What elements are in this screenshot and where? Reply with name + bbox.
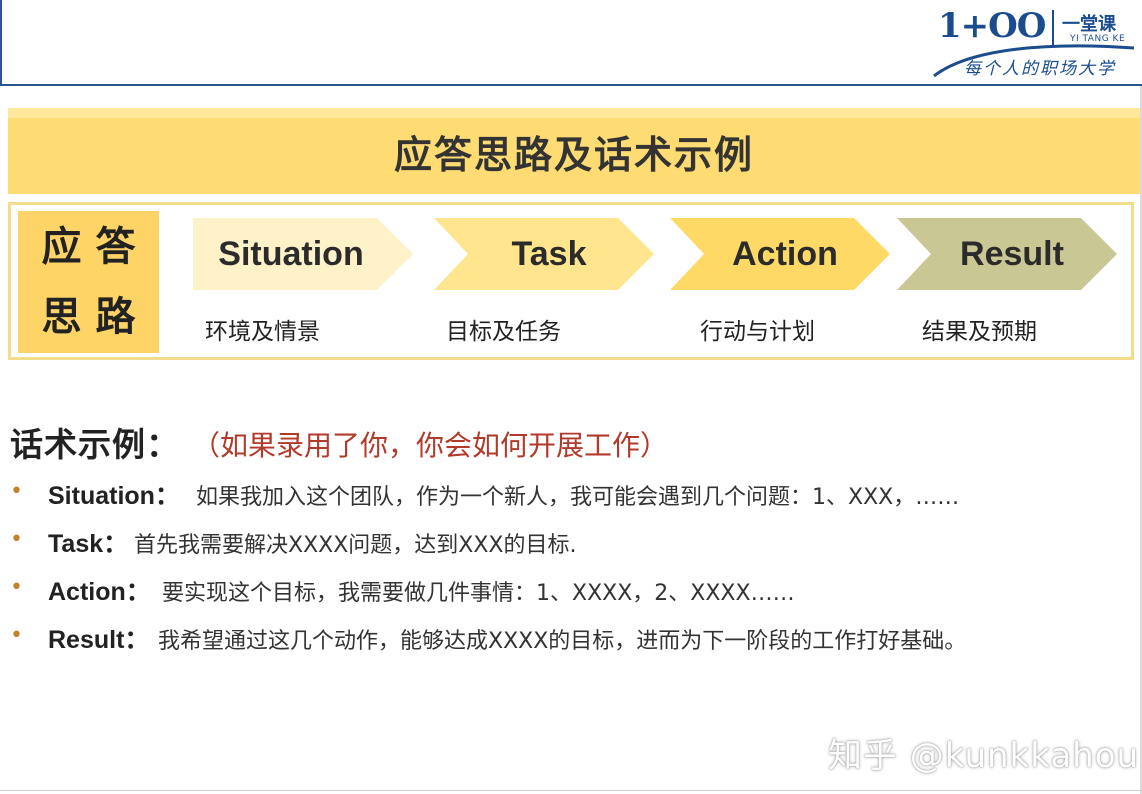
left-border-line: [0, 0, 2, 84]
bullet-dot-icon: •: [10, 527, 23, 552]
list-item-key: Task：: [48, 530, 129, 558]
step-name-action: Action: [732, 234, 838, 273]
step-name-task: Task: [511, 234, 587, 273]
list-item: • Situation： 如果我加入这个团队，作为一个新人，我可能会遇到几个问题…: [10, 474, 1135, 522]
list-item: • Result： 我希望通过这几个动作，能够达成XXXX的目标，进而为下一阶段…: [10, 618, 1135, 666]
step-desc-situation: 环境及情景: [205, 319, 320, 345]
list-item: • Task： 首先我需要解决XXXX问题，达到XXX的目标.: [10, 522, 1135, 570]
example-question: （如果录用了你，你会如何开展工作）: [192, 429, 669, 462]
logo-divider: [1052, 10, 1054, 46]
list-item-key: Result：: [48, 626, 150, 654]
list-item-text: 如果我加入这个团队，作为一个新人，我可能会遇到几个问题：1、XXX，……: [196, 485, 960, 510]
list-item-text: 我希望通过这几个动作，能够达成XXXX的目标，进而为下一阶段的工作打好基础。: [158, 629, 967, 654]
step-name-situation: Situation: [218, 234, 364, 273]
example-heading: 话术示例：: [10, 425, 180, 464]
page-title: 应答思路及话术示例: [393, 132, 754, 177]
brand-logo: 1+OO 一堂课 YI TANG KE 每个人的职场大学: [930, 4, 1136, 80]
header-divider: [0, 84, 1142, 86]
step-arrow-situation: Situation: [193, 218, 413, 290]
watermark: 知乎 @kunkkahou: [828, 736, 1140, 776]
logo-name-cn: 一堂课: [1062, 14, 1116, 35]
bullet-dot-icon: •: [10, 623, 23, 648]
bottom-border-line: [0, 790, 1142, 791]
list-item-text: 首先我需要解决XXXX问题，达到XXX的目标.: [134, 533, 577, 558]
logo-mark: 1+OO: [938, 6, 1046, 46]
side-label-line2: 思路: [41, 294, 150, 340]
list-item: • Action： 要实现这个目标，我需要做几件事情：1、XXXX，2、XXXX…: [10, 570, 1135, 618]
framework-side-label: 应答 思路: [18, 211, 159, 353]
example-list: • Situation： 如果我加入这个团队，作为一个新人，我可能会遇到几个问题…: [10, 474, 1135, 666]
logo-slogan: 每个人的职场大学: [964, 59, 1116, 79]
side-label-line1: 应答: [41, 224, 150, 270]
step-desc-task: 目标及任务: [446, 319, 561, 345]
bullet-dot-icon: •: [10, 575, 23, 600]
bullet-dot-icon: •: [10, 479, 23, 504]
list-item-key: Action：: [48, 578, 151, 606]
list-item-key: Situation：: [48, 482, 180, 510]
step-desc-action: 行动与计划: [700, 319, 815, 345]
list-item-text: 要实现这个目标，我需要做几件事情：1、XXXX，2、XXXX……: [162, 581, 795, 606]
step-desc-result: 结果及预期: [922, 319, 1037, 345]
step-name-result: Result: [960, 234, 1064, 273]
